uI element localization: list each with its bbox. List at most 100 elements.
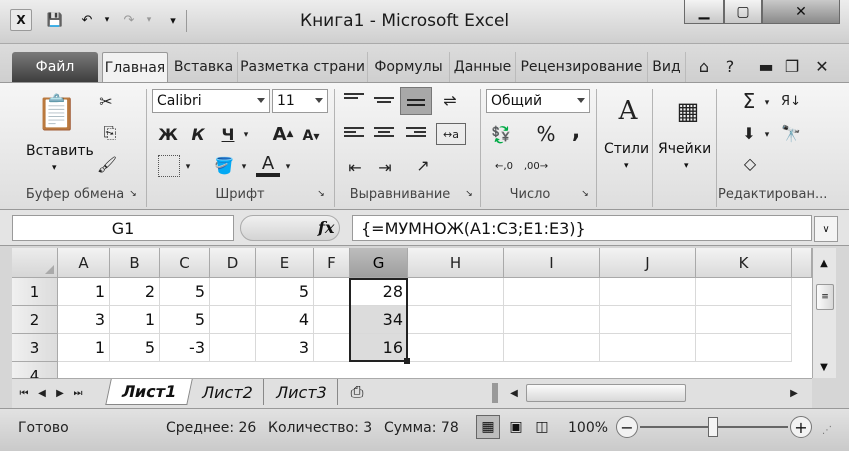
fill-color-dropdown-icon[interactable]: ▾ [238,157,250,177]
col-header-f[interactable]: F [314,248,350,278]
cell-f2[interactable] [314,306,350,334]
decrease-font-icon[interactable]: A ▼ [300,125,322,147]
cells-dropdown-icon[interactable]: ▾ [684,161,689,171]
font-size-combo[interactable]: 11 [272,89,328,113]
undo-dropdown-icon[interactable]: ▾ [96,9,118,31]
col-header-i[interactable]: I [504,248,600,278]
percent-button[interactable]: % [536,122,556,146]
paste-dropdown-icon[interactable]: ▾ [52,163,57,173]
font-name-combo[interactable]: Calibri [152,89,270,113]
cell-a3[interactable]: 1 [58,334,110,362]
alignment-launcher-icon[interactable]: ↘ [462,187,476,201]
cell-d3[interactable] [210,334,256,362]
tab-home[interactable]: Главная [102,52,168,82]
scroll-down-icon[interactable]: ▼ [816,362,832,374]
font-launcher-icon[interactable]: ↘ [314,187,328,201]
cell-g1[interactable]: 28 [350,278,408,306]
redo-dropdown-icon[interactable]: ▾ [138,9,160,31]
tab-page-layout[interactable]: Разметка страни [238,52,368,82]
align-middle-icon[interactable] [374,95,394,111]
workbook-minimize-icon[interactable]: ▬ [756,56,776,76]
tab-split-handle[interactable] [492,383,498,403]
workbook-restore-icon[interactable]: ❐ [782,56,802,76]
autosum-dropdown-icon[interactable]: ▾ [762,93,772,113]
tab-view[interactable]: Вид [648,52,686,82]
col-header-c[interactable]: C [160,248,210,278]
cell-d1[interactable] [210,278,256,306]
borders-icon[interactable] [158,155,180,177]
cell-k1[interactable] [696,278,792,306]
row-header-4[interactable]: 4 [12,362,58,378]
zoom-slider-thumb[interactable] [708,417,718,437]
currency-icon[interactable]: 💱 [488,123,514,145]
col-header-d[interactable]: D [210,248,256,278]
fill-dropdown-icon[interactable]: ▾ [762,125,772,145]
number-format-combo[interactable]: Общий [486,89,590,113]
customize-toolbar-icon[interactable]: ▾ [162,9,184,31]
page-layout-icon[interactable]: ▣ [504,415,528,439]
worksheet-grid[interactable]: A B C D E F G H I J K 1 2 3 4 1 2 5 5 28… [12,248,812,378]
cell-j2[interactable] [600,306,696,334]
close-icon[interactable]: ✕ [762,0,840,24]
increase-decimal-icon[interactable]: ←,0 [490,155,518,177]
workbook-close-icon[interactable]: ✕ [812,56,832,76]
cells-icon[interactable]: ▦ [668,89,708,133]
underline-dropdown-icon[interactable]: ▾ [240,125,252,145]
formula-input[interactable]: {=МУМНОЖ(A1:C3;E1:E3)} [352,215,812,241]
cell-b1[interactable]: 2 [110,278,160,306]
cell-i2[interactable] [504,306,600,334]
vertical-scrollbar[interactable]: ▲ ≡ ▼ [812,248,836,378]
next-sheet-icon[interactable]: ▶ [52,383,68,403]
tab-insert[interactable]: Вставка [170,52,238,82]
sheet-tab-list1[interactable]: Лист1 [105,379,193,405]
wrap-text-icon[interactable]: ⇌ [438,89,462,111]
cell-i3[interactable] [504,334,600,362]
tab-data[interactable]: Данные [450,52,516,82]
undo-icon[interactable]: ↶ [76,9,98,31]
cell-g3[interactable]: 16 [350,334,408,362]
excel-logo-icon[interactable]: X [10,9,32,31]
zoom-out-icon[interactable]: − [616,416,638,438]
insert-function-icon[interactable]: fx [318,218,334,237]
cell-k2[interactable] [696,306,792,334]
copy-icon[interactable]: ⎘ [96,123,124,143]
last-sheet-icon[interactable]: ⏭ [70,383,86,403]
sort-filter-icon[interactable]: Я↓ [778,89,804,113]
fill-color-icon[interactable]: 🪣 [212,153,236,177]
font-color-dropdown-icon[interactable]: ▾ [282,157,294,177]
cell-h3[interactable] [408,334,504,362]
cell-b2[interactable]: 1 [110,306,160,334]
cell-g2[interactable]: 34 [350,306,408,334]
autosum-button[interactable]: Σ [738,89,760,113]
sheet-tab-list2[interactable]: Лист2 [192,379,264,405]
cell-b3[interactable]: 5 [110,334,160,362]
cells-button[interactable]: Ячейки [658,141,711,157]
increase-indent-icon[interactable]: ⇥ [374,157,396,177]
zoom-level[interactable]: 100% [568,420,608,436]
tab-review[interactable]: Рецензирование [516,52,648,82]
bold-button[interactable]: Ж [158,123,178,145]
cell-i1[interactable] [504,278,600,306]
zoom-in-icon[interactable]: + [790,416,812,438]
horizontal-scroll-thumb[interactable] [526,384,686,402]
styles-icon[interactable]: A [608,89,648,133]
first-sheet-icon[interactable]: ⏮ [16,383,32,403]
row-header-2[interactable]: 2 [12,306,58,334]
scroll-right-icon[interactable]: ▶ [786,383,802,403]
name-box[interactable]: G1 [12,215,234,241]
col-header-j[interactable]: J [600,248,696,278]
col-header-e[interactable]: E [256,248,314,278]
merge-center-icon[interactable]: ↔a [436,123,466,145]
help-icon[interactable]: ? [720,56,740,76]
cut-icon[interactable]: ✂ [96,91,116,111]
fill-icon[interactable]: ⬇ [738,121,760,145]
font-color-icon[interactable]: A [256,153,280,177]
maximize-icon[interactable]: ▢ [724,0,762,24]
cell-c2[interactable]: 5 [160,306,210,334]
insert-sheet-icon[interactable]: ⎙ [340,379,374,405]
paste-icon[interactable]: 📋 [34,89,80,137]
clear-icon[interactable]: ◇ [738,151,762,175]
col-header-g[interactable]: G [350,248,408,278]
col-header-h[interactable]: H [408,248,504,278]
redo-icon[interactable]: ↷ [118,9,140,31]
